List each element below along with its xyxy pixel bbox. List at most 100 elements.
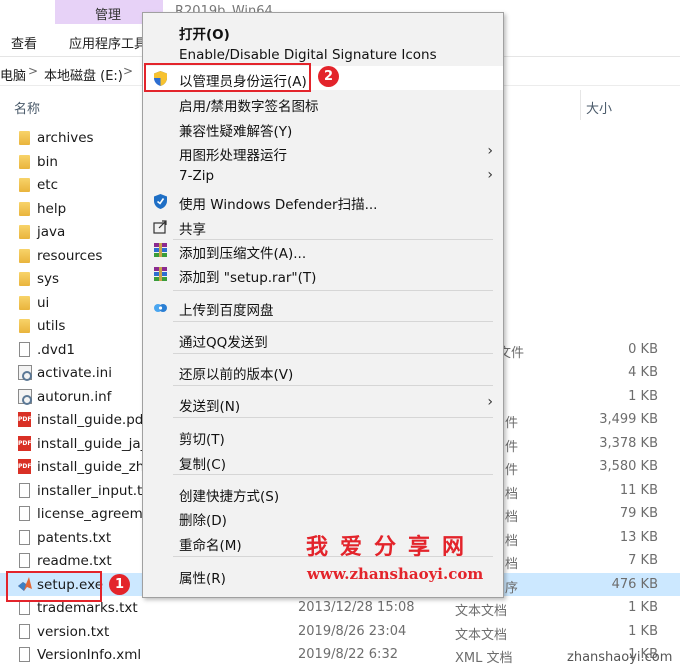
menu-item[interactable]: 共享 [143, 214, 503, 238]
menu-item[interactable]: 打开(O) [143, 19, 503, 43]
watermark-url: www.zhanshaoyi.com [307, 565, 484, 583]
menu-item-label: 删除(D) [179, 513, 227, 529]
defender-icon [152, 193, 169, 210]
menu-separator [173, 353, 493, 354]
menu-item[interactable]: 创建快捷方式(S) [143, 481, 503, 505]
file-name: .dvd1 [37, 341, 76, 358]
file-type: 档 [505, 486, 519, 502]
folder-icon [19, 131, 30, 145]
menu-item-label: 属性(R) [179, 571, 226, 587]
file-name: utils [37, 318, 66, 334]
menu-item[interactable]: 发送到(N) › [143, 391, 503, 415]
file-type: 档 [505, 510, 519, 525]
gear-icon [18, 388, 32, 405]
breadcrumb-chevron-icon[interactable]: > [123, 64, 133, 78]
file-name: VersionInfo.xml [37, 647, 142, 663]
step-badge-2: 2 [318, 66, 339, 87]
share-icon [152, 218, 169, 235]
file-name: ui [37, 294, 50, 311]
menu-separator [173, 290, 493, 291]
file-size: 1 KB [628, 623, 658, 639]
column-divider[interactable] [580, 90, 581, 120]
breadcrumb-local-disk[interactable]: 本地磁盘 (E:) [44, 65, 123, 84]
folder-icon [19, 319, 30, 333]
file-name: install_guide_ja_ [37, 435, 148, 452]
breadcrumb-this-pc[interactable]: 电脑 [0, 65, 26, 84]
menu-item-label: 共享 [179, 222, 206, 238]
menu-item-label: 使用 Windows Defender扫描... [179, 197, 378, 213]
file-date: 2019/8/26 23:04 [298, 623, 407, 639]
menu-item[interactable]: 上传到百度网盘 [143, 295, 503, 319]
context-menu: 打开(O) Enable/Disable Digital Signature Ic… [142, 12, 504, 598]
menu-item-label: 打开(O) [179, 27, 230, 43]
menu-item-label: 重命名(M) [179, 538, 242, 554]
file-name: trademarks.txt [37, 600, 138, 616]
file-type: 件 [505, 416, 519, 431]
watermark-chinese: 我爱分享网 [306, 535, 477, 560]
menu-item-label: 还原以前的版本(V) [179, 367, 294, 383]
file-name: readme.txt [37, 553, 112, 569]
pdf-icon: PDF [18, 412, 31, 427]
file-name: help [37, 200, 67, 217]
file-row[interactable]: version.txt 2019/8/26 23:04 文本文档 1 KB [0, 620, 680, 644]
menu-item[interactable]: 启用/禁用数字签名图标 [143, 91, 503, 115]
menu-item[interactable]: 添加到 "setup.rar"(T) [143, 262, 503, 286]
file-name: java [37, 224, 66, 240]
file-icon [19, 529, 30, 545]
file-size: 7 KB [628, 553, 658, 568]
run-as-admin-highlight-box [144, 63, 311, 92]
file-icon [19, 600, 30, 615]
menu-item[interactable]: 兼容性疑难解答(Y) [143, 116, 503, 140]
file-date: 2019/8/22 6:32 [298, 647, 398, 662]
pdf-icon: PDF [18, 435, 31, 451]
file-size: 3,378 KB [599, 435, 658, 451]
file-name: activate.ini [37, 365, 112, 381]
menu-item[interactable]: 还原以前的版本(V) [143, 359, 503, 383]
menu-separator [173, 321, 493, 322]
file-row[interactable]: trademarks.txt 2013/12/28 15:08 文本文档 1 KB [0, 596, 680, 620]
menu-item[interactable]: 用图形处理器运行 › [143, 140, 503, 164]
menu-item[interactable]: 通过QQ发送到 [143, 327, 503, 351]
menu-separator [173, 417, 493, 418]
file-type: 件 [505, 463, 519, 478]
file-size: 3,580 KB [599, 459, 658, 474]
menu-item[interactable]: 删除(D) [143, 505, 503, 529]
file-name: sys [37, 271, 60, 287]
folder-icon [19, 272, 30, 286]
file-icon [19, 553, 30, 568]
menu-separator [173, 385, 493, 386]
menu-separator [173, 474, 493, 475]
menu-item[interactable]: 7-Zip › [143, 164, 503, 188]
tab-app-tools[interactable]: 应用程序工具 [69, 33, 147, 52]
manage-tab-label[interactable]: 管理 [95, 4, 121, 23]
folder-icon [19, 248, 30, 263]
menu-item-label: 上传到百度网盘 [179, 303, 274, 319]
file-type: XML 文档 [455, 651, 513, 666]
file-type: 文本文档 [455, 604, 508, 619]
breadcrumb-chevron-icon[interactable]: > [28, 64, 38, 78]
folder-icon [19, 295, 30, 310]
file-icon [19, 482, 30, 498]
file-type: 档 [505, 533, 519, 549]
menu-item[interactable]: 添加到压缩文件(A)... [143, 238, 503, 262]
menu-item-label: 添加到 "setup.rar"(T) [179, 270, 317, 286]
menu-item[interactable]: 使用 Windows Defender扫描... [143, 189, 503, 213]
file-type: 件 [505, 439, 519, 455]
tab-view[interactable]: 查看 [11, 33, 37, 52]
file-type: 档 [505, 557, 519, 572]
file-size: 79 KB [619, 506, 658, 521]
chevron-right-icon: › [487, 143, 493, 159]
menu-item[interactable]: 复制(C) [143, 449, 503, 473]
file-name: autorun.inf [37, 388, 112, 405]
file-name: patents.txt [37, 529, 112, 546]
file-name: install_guide_zh_ [37, 459, 152, 475]
file-name: license_agreeme [37, 506, 152, 522]
folder-icon [19, 178, 30, 192]
column-name-header[interactable]: 名称 [14, 98, 40, 117]
setup-highlight-box [6, 571, 102, 602]
step-badge-1: 1 [109, 574, 130, 595]
column-size-header[interactable]: 大小 [586, 98, 612, 117]
menu-item[interactable]: 剪切(T) [143, 424, 503, 448]
file-name: install_guide.pdf [37, 412, 149, 428]
menu-item-label: 7-Zip [179, 168, 215, 184]
